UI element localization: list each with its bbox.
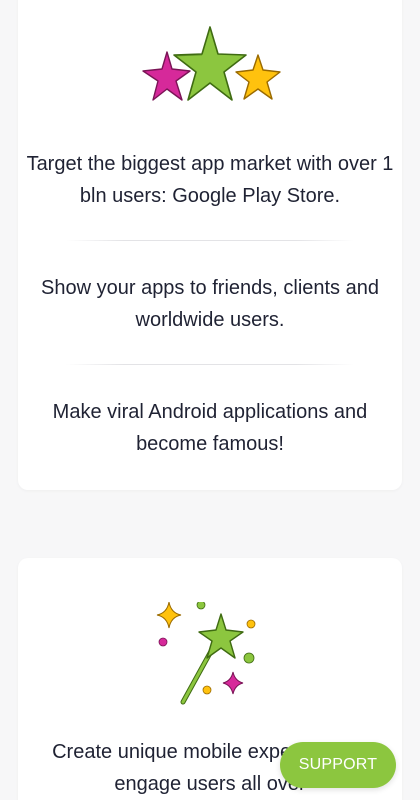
feature-text-market: Target the biggest app market with over … xyxy=(26,153,394,207)
divider xyxy=(66,240,354,241)
support-button[interactable]: SUPPORT xyxy=(280,742,396,788)
feature-text-share: Show your apps to friends, clients and w… xyxy=(41,277,379,331)
page: Target the biggest app market with over … xyxy=(0,0,420,800)
feature-card-publish: Target the biggest app market with over … xyxy=(18,0,402,490)
feature-text-viral: Make viral Android applications and beco… xyxy=(52,401,368,455)
magic-wand-icon xyxy=(155,600,265,712)
divider xyxy=(66,364,354,365)
three-stars-icon xyxy=(135,25,285,115)
